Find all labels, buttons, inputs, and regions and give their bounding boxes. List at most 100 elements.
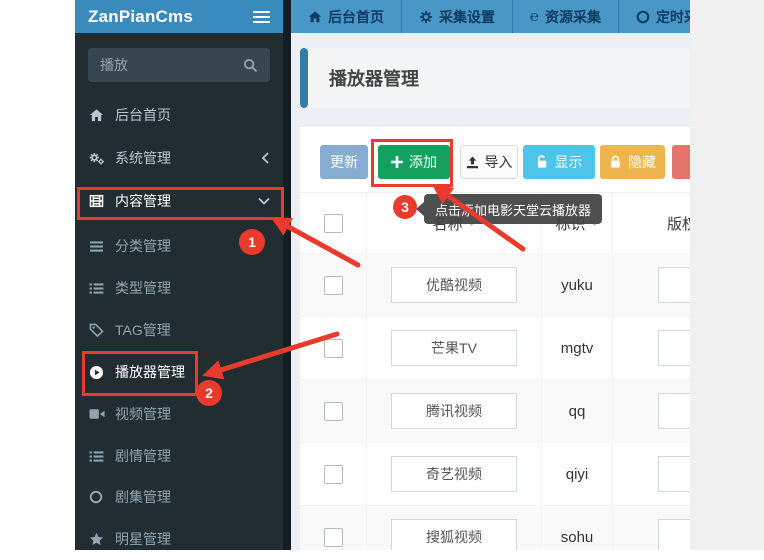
- trash-icon: [689, 155, 691, 169]
- page-title: 播放器管理: [329, 48, 419, 108]
- copyright-input[interactable]: [658, 267, 690, 303]
- sidebar-item-label: 视频管理: [115, 404, 171, 424]
- sidebar-item-dashboard[interactable]: 后台首页: [75, 94, 283, 136]
- sidebar-item-system[interactable]: 系统管理: [75, 137, 283, 179]
- caret-down-icon: [467, 220, 476, 226]
- sidebar-item-label: 明星管理: [115, 529, 171, 549]
- row-checkbox[interactable]: [324, 465, 343, 484]
- player-name-input[interactable]: [391, 393, 517, 429]
- topnav-item-dashboard[interactable]: 后台首页: [291, 0, 402, 33]
- browser-e-icon: ℮: [530, 10, 539, 24]
- tag-icon: [89, 323, 105, 337]
- table-row: qiyi: [300, 443, 690, 506]
- sidebar-item-label: 播放器管理: [115, 362, 185, 382]
- table-row: yuku: [300, 254, 690, 317]
- sidebar-item-category[interactable]: 分类管理: [75, 225, 283, 267]
- row-checkbox[interactable]: [324, 276, 343, 295]
- player-name-input[interactable]: [391, 330, 517, 366]
- home-icon: [308, 10, 322, 24]
- lock-icon: [609, 155, 622, 169]
- gear-icon: [419, 10, 433, 24]
- desktop-left-strip: [0, 0, 75, 550]
- show-button[interactable]: 显示: [523, 145, 595, 179]
- copyright-input[interactable]: [658, 456, 690, 492]
- topnav-item-collect-settings[interactable]: 采集设置: [402, 0, 513, 33]
- copyright-input[interactable]: [658, 519, 690, 550]
- circle-o-icon: [89, 490, 105, 504]
- caret-down-icon: [590, 220, 599, 226]
- import-button[interactable]: 导入: [460, 145, 518, 179]
- sidebar-item-label: 类型管理: [115, 278, 171, 298]
- sidebar-item-content[interactable]: 内容管理: [75, 180, 283, 222]
- row-checkbox[interactable]: [324, 528, 343, 547]
- sidebar-item-label: 后台首页: [115, 105, 171, 125]
- copyright-input[interactable]: [658, 393, 690, 429]
- main-content: 播放器管理 更新 添加 导入 显示 隐藏 删除: [291, 33, 690, 550]
- play-circle-icon: [89, 365, 105, 380]
- desktop-right-strip: [690, 0, 764, 550]
- row-checkbox[interactable]: [324, 339, 343, 358]
- column-header-name[interactable]: 名称: [432, 213, 475, 234]
- player-code: yuku: [561, 277, 593, 294]
- top-navigation: 后台首页 采集设置 ℮ 资源采集 定时采集: [291, 0, 690, 33]
- column-header-copyright: 版权: [667, 213, 690, 234]
- table-row: mgtv: [300, 317, 690, 380]
- hide-button[interactable]: 隐藏: [600, 145, 665, 179]
- topnav-label: 资源采集: [545, 7, 601, 27]
- page-header: 播放器管理: [300, 48, 690, 108]
- table-row: sohu: [300, 506, 690, 550]
- home-icon: [89, 108, 105, 123]
- sidebar-item-video[interactable]: 视频管理: [75, 393, 283, 435]
- column-header-code[interactable]: 标识: [555, 213, 598, 234]
- sidebar-item-star[interactable]: 明星管理: [75, 518, 283, 560]
- sidebar-item-label: TAG管理: [115, 320, 171, 340]
- video-camera-icon: [89, 408, 105, 420]
- plus-icon: [391, 156, 403, 168]
- unlock-icon: [536, 155, 549, 169]
- player-code: qq: [569, 403, 586, 420]
- search-icon[interactable]: [243, 58, 258, 73]
- chevron-left-icon: [261, 152, 270, 164]
- topnav-label: 采集设置: [439, 7, 495, 27]
- topnav-label: 定时采集: [656, 7, 690, 27]
- sidebar-item-tag[interactable]: TAG管理: [75, 309, 283, 351]
- delete-button[interactable]: 删除: [672, 145, 690, 179]
- update-button[interactable]: 更新: [320, 145, 368, 179]
- search-input[interactable]: [88, 57, 243, 73]
- list-icon: [89, 450, 105, 463]
- sidebar-item-player[interactable]: 播放器管理: [75, 351, 283, 393]
- player-table-panel: 更新 添加 导入 显示 隐藏 删除 名称: [300, 127, 690, 550]
- sidebar-item-label: 系统管理: [115, 148, 171, 168]
- sidebar-item-label: 剧集管理: [115, 487, 171, 507]
- sidebar-item-type[interactable]: 类型管理: [75, 267, 283, 309]
- player-name-input[interactable]: [391, 456, 517, 492]
- table-row: qq: [300, 380, 690, 443]
- player-name-input[interactable]: [391, 267, 517, 303]
- sidebar-item-plot[interactable]: 剧情管理: [75, 435, 283, 477]
- sidebar-item-label: 分类管理: [115, 236, 171, 256]
- star-icon: [89, 532, 105, 546]
- sidebar: 后台首页 系统管理 内容管理 分类管理 类型管理 TAG管理 播放器管理 视频管…: [75, 33, 283, 550]
- topnav-item-scheduled-collect[interactable]: 定时采集: [619, 0, 690, 33]
- chevron-down-icon: [258, 197, 270, 206]
- sidebar-search: [88, 48, 270, 82]
- topnav-label: 后台首页: [328, 7, 384, 27]
- logo-bar: ZanPianCms: [75, 0, 283, 33]
- gears-icon: [89, 151, 105, 166]
- row-checkbox[interactable]: [324, 402, 343, 421]
- hamburger-icon[interactable]: [253, 11, 270, 23]
- sidebar-item-label: 内容管理: [115, 191, 171, 211]
- accent-bar: [300, 48, 308, 108]
- add-button[interactable]: 添加: [378, 145, 450, 179]
- app-logo: ZanPianCms: [88, 7, 193, 27]
- sidebar-item-episode[interactable]: 剧集管理: [75, 476, 283, 518]
- clock-icon: [636, 10, 650, 24]
- bars-icon: [89, 240, 105, 253]
- copyright-input[interactable]: [658, 330, 690, 366]
- player-name-input[interactable]: [391, 519, 517, 550]
- sidebar-item-label: 剧情管理: [115, 446, 171, 466]
- player-code: sohu: [561, 529, 594, 546]
- upload-icon: [466, 156, 479, 169]
- select-all-checkbox[interactable]: [324, 214, 343, 233]
- topnav-item-resource-collect[interactable]: ℮ 资源采集: [513, 0, 619, 33]
